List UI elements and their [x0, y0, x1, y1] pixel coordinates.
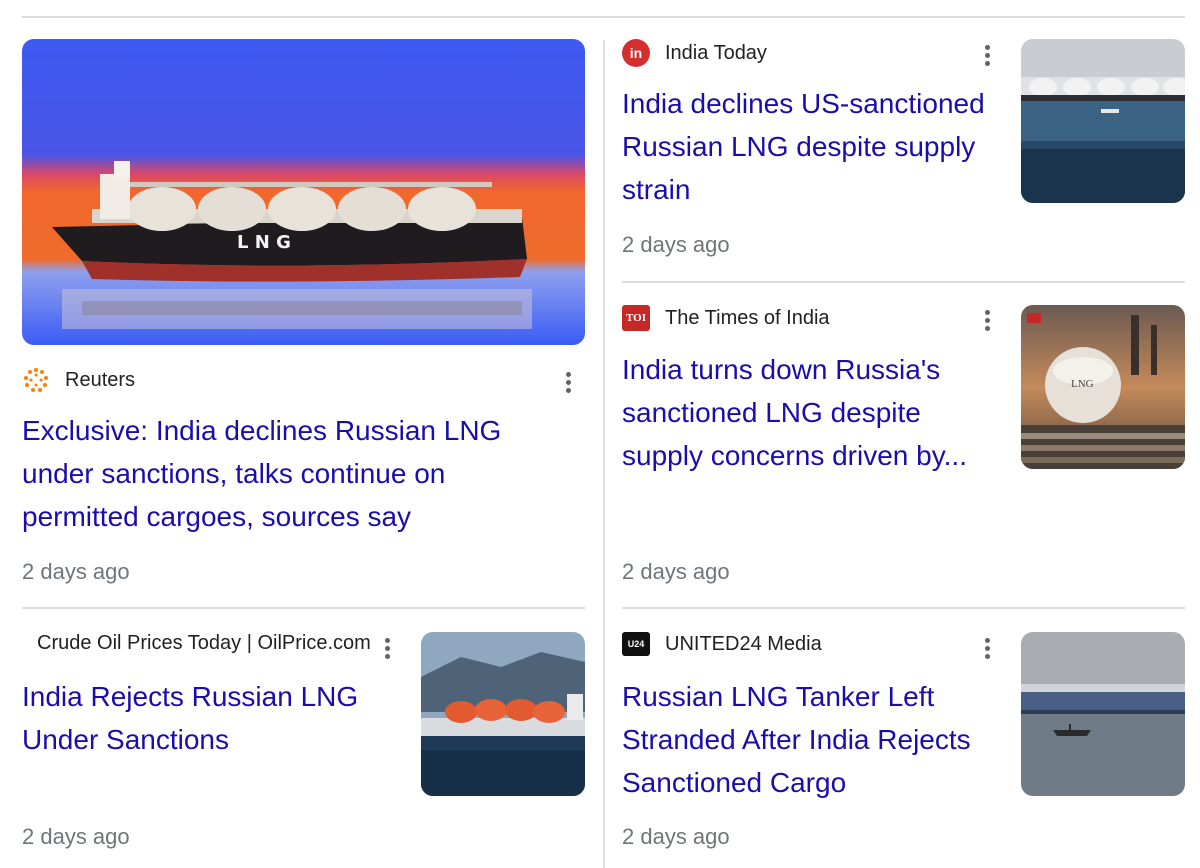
article-time: 2 days ago: [622, 559, 730, 584]
toi-logo-icon: TOI: [622, 305, 650, 331]
row-divider: [622, 281, 1185, 283]
source-row: TOI The Times of India: [622, 305, 830, 331]
row-divider: [22, 607, 585, 609]
column-divider: [603, 40, 605, 868]
more-options-icon[interactable]: [975, 305, 999, 335]
lng-terminal-image[interactable]: [1021, 39, 1185, 203]
united24-logo-icon: U24: [622, 632, 650, 656]
article-headline[interactable]: India declines US-sanctioned Russian LNG…: [622, 82, 1007, 211]
source-row: Reuters: [22, 366, 135, 394]
ship-label: L N G: [237, 232, 291, 253]
article-time: 2 days ago: [622, 232, 730, 257]
source-row: Crude Oil Prices Today | OilPrice.com: [37, 632, 372, 655]
lng-tanker-image[interactable]: L N G: [22, 39, 585, 345]
more-options-icon[interactable]: [975, 633, 999, 663]
article-headline[interactable]: India Rejects Russian LNG Under Sanction…: [22, 675, 407, 761]
article-time: 2 days ago: [22, 559, 130, 584]
reuters-logo-icon: [22, 366, 50, 394]
article-headline[interactable]: India turns down Russia's sanctioned LNG…: [622, 348, 1007, 477]
source-row: U24 UNITED24 Media: [622, 632, 822, 656]
lng-plant-image[interactable]: LNG: [1021, 305, 1185, 469]
top-divider: [22, 16, 1185, 18]
tank-label: LNG: [1071, 378, 1094, 390]
source-name: UNITED24 Media: [665, 632, 822, 655]
more-options-icon[interactable]: [556, 367, 580, 397]
article-headline[interactable]: Exclusive: India declines Russian LNG un…: [22, 409, 562, 538]
india-today-logo-icon: in: [622, 39, 650, 67]
article-time: 2 days ago: [22, 824, 130, 849]
source-row: in India Today: [622, 39, 767, 67]
more-options-icon[interactable]: [375, 633, 399, 663]
row-divider: [622, 607, 1185, 609]
source-name: Reuters: [65, 368, 136, 391]
source-name: India Today: [665, 41, 767, 64]
source-name: The Times of India: [665, 306, 830, 329]
article-headline[interactable]: Russian LNG Tanker Left Stranded After I…: [622, 675, 1007, 804]
stranded-tanker-image[interactable]: [1021, 632, 1185, 796]
lng-carrier-image[interactable]: [421, 632, 585, 796]
source-name: Crude Oil Prices Today | OilPrice.com: [37, 632, 371, 654]
more-options-icon[interactable]: [975, 40, 999, 70]
article-time: 2 days ago: [622, 824, 730, 849]
